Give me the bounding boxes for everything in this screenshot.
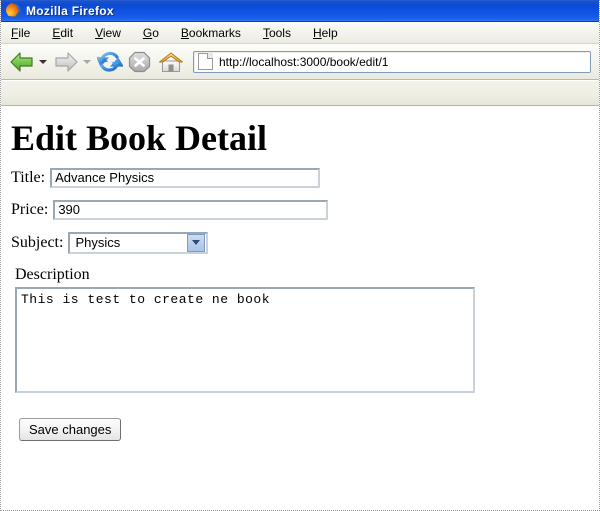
description-label: Description bbox=[15, 265, 90, 283]
menu-item-view-rest: iew bbox=[102, 25, 121, 40]
menu-item-bookmarks[interactable]: Bookmarks bbox=[179, 25, 243, 41]
stop-icon bbox=[128, 51, 151, 72]
menu-item-edit-rest: dit bbox=[60, 25, 74, 40]
window-titlebar: Mozilla Firefox bbox=[1, 0, 599, 22]
forward-button[interactable] bbox=[51, 47, 81, 77]
forward-history-dropdown[interactable] bbox=[82, 47, 91, 77]
bookmarks-toolbar[interactable] bbox=[1, 80, 599, 106]
save-changes-button[interactable]: Save changes bbox=[19, 417, 122, 441]
menu-item-tools-rest: ools bbox=[268, 25, 291, 40]
page-icon bbox=[198, 53, 213, 70]
menu-item-go[interactable]: Go bbox=[141, 25, 161, 41]
price-label: Price: bbox=[11, 200, 49, 218]
reload-button[interactable] bbox=[95, 47, 125, 77]
menu-item-file-rest: ile bbox=[18, 25, 31, 40]
subject-field-row: Subject: Physics bbox=[11, 231, 599, 254]
menu-item-go-rest: o bbox=[152, 25, 159, 40]
back-arrow-icon bbox=[10, 51, 33, 72]
description-textarea[interactable]: This is test to create ne book bbox=[15, 286, 475, 393]
menu-item-tools[interactable]: Tools bbox=[261, 25, 293, 41]
firefox-icon bbox=[6, 2, 22, 19]
forward-arrow-icon bbox=[55, 51, 78, 72]
subject-select[interactable]: Physics bbox=[68, 231, 209, 254]
subject-select-value: Physics bbox=[75, 235, 121, 251]
price-field-row: Price: bbox=[11, 199, 599, 220]
back-history-dropdown[interactable] bbox=[38, 47, 47, 77]
home-button[interactable] bbox=[155, 47, 187, 77]
menu-item-bookmarks-rest: ookmarks bbox=[188, 25, 241, 40]
menu-item-view[interactable]: View bbox=[93, 25, 123, 41]
menu-item-help-rest: elp bbox=[321, 25, 338, 40]
reload-icon bbox=[97, 51, 123, 72]
page-title: Edit Book Detail bbox=[11, 118, 268, 158]
price-input[interactable] bbox=[53, 199, 329, 220]
subject-label: Subject: bbox=[11, 233, 64, 251]
description-field-group: Description This is test to create ne bo… bbox=[11, 266, 599, 398]
browser-window: Mozilla Firefox File Edit View Go Bookma… bbox=[0, 0, 600, 511]
navigation-toolbar: http://localhost:3000/book/edit/1 bbox=[1, 44, 599, 80]
url-text[interactable]: http://localhost:3000/book/edit/1 bbox=[219, 55, 388, 69]
menu-item-help[interactable]: Help bbox=[311, 25, 340, 41]
title-label: Title: bbox=[11, 168, 46, 186]
title-input[interactable] bbox=[50, 167, 321, 188]
home-icon bbox=[159, 52, 183, 72]
form-actions: Save changes bbox=[19, 417, 599, 441]
stop-button[interactable] bbox=[125, 47, 155, 77]
menu-item-file[interactable]: File bbox=[9, 25, 32, 41]
menu-bar: File Edit View Go Bookmarks Tools Help bbox=[1, 22, 599, 44]
page-content: Edit Book Detail Title: Price: Subject: … bbox=[1, 106, 599, 491]
back-button[interactable] bbox=[7, 47, 37, 77]
window-title: Mozilla Firefox bbox=[26, 3, 114, 18]
url-bar[interactable]: http://localhost:3000/book/edit/1 bbox=[193, 50, 591, 73]
title-field-row: Title: bbox=[11, 167, 599, 188]
chevron-down-icon[interactable] bbox=[187, 233, 206, 252]
menu-item-edit[interactable]: Edit bbox=[50, 25, 75, 41]
